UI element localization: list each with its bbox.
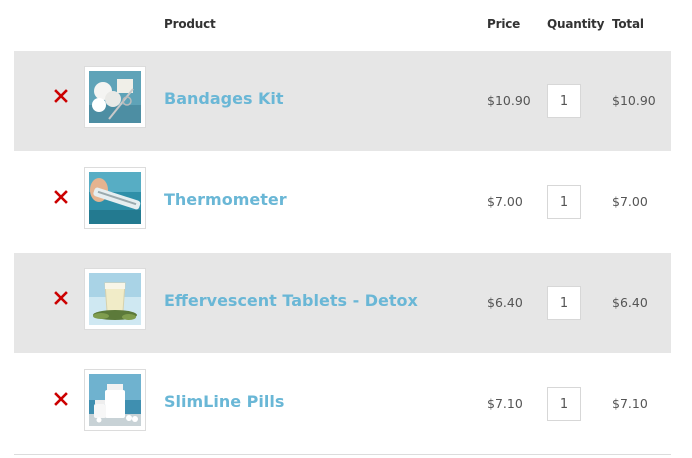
- quantity-input[interactable]: [547, 387, 581, 421]
- product-link-effervescent-tablets-detox[interactable]: Effervescent Tablets - Detox: [164, 291, 418, 310]
- cart-row: Bandages Kit $10.90 $10.90: [14, 51, 671, 151]
- column-header-product: Product: [164, 17, 216, 31]
- item-price: $7.10: [487, 396, 523, 411]
- item-price: $10.90: [487, 93, 531, 108]
- bandages-kit-image[interactable]: [84, 66, 146, 128]
- remove-x-icon[interactable]: [54, 89, 68, 103]
- item-total: $6.40: [612, 295, 648, 310]
- thermometer-image[interactable]: [84, 167, 146, 229]
- cart-row: SlimLine Pills $7.10 $7.10: [14, 354, 671, 455]
- product-link-bandages-kit[interactable]: Bandages Kit: [164, 89, 284, 108]
- cart-row: Effervescent Tablets - Detox $6.40 $6.40: [14, 253, 671, 353]
- item-total: $10.90: [612, 93, 656, 108]
- remove-x-icon[interactable]: [54, 190, 68, 204]
- pill-bottles-image[interactable]: [84, 369, 146, 431]
- product-link-slimline-pills[interactable]: SlimLine Pills: [164, 392, 284, 411]
- quantity-input[interactable]: [547, 185, 581, 219]
- item-price: $6.40: [487, 295, 523, 310]
- column-header-quantity: Quantity: [547, 17, 605, 31]
- column-header-price: Price: [487, 17, 521, 31]
- item-total: $7.00: [612, 194, 648, 209]
- cart-row: Thermometer $7.00 $7.00: [14, 152, 671, 252]
- item-total: $7.10: [612, 396, 648, 411]
- remove-x-icon[interactable]: [54, 392, 68, 406]
- quantity-input[interactable]: [547, 286, 581, 320]
- product-link-thermometer[interactable]: Thermometer: [164, 190, 287, 209]
- effervescent-tablets-image[interactable]: [84, 268, 146, 330]
- quantity-input[interactable]: [547, 84, 581, 118]
- remove-x-icon[interactable]: [54, 291, 68, 305]
- cart-table-header: Product Price Quantity Total: [0, 0, 692, 51]
- item-price: $7.00: [487, 194, 523, 209]
- column-header-total: Total: [612, 17, 644, 31]
